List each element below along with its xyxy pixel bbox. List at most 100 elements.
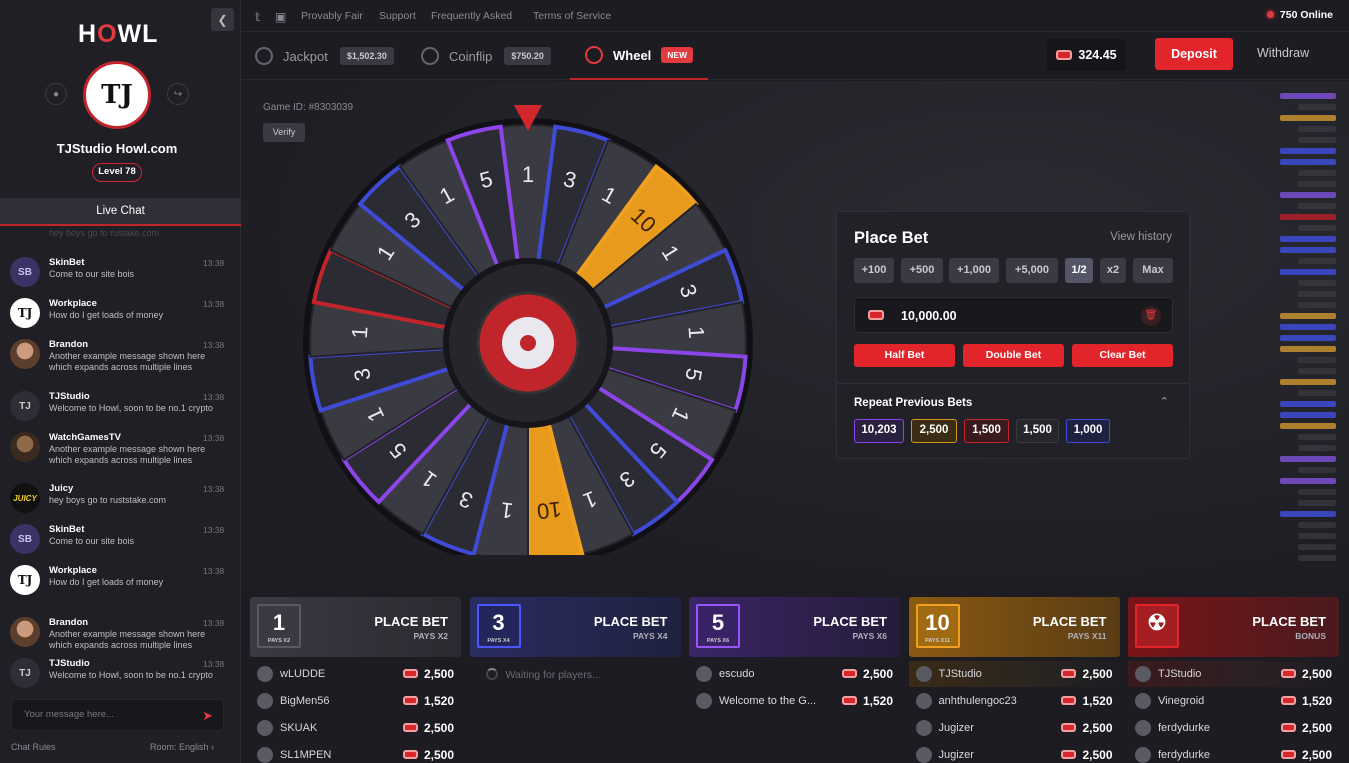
history-bar xyxy=(1298,368,1336,374)
link-support[interactable]: Support xyxy=(379,10,416,22)
double-bet-button[interactable]: Double Bet xyxy=(963,344,1064,367)
tab-wheel[interactable]: Wheel NEW xyxy=(570,32,709,80)
link-provably-fair[interactable]: Provably Fair xyxy=(301,10,363,22)
chat-username[interactable]: TJStudio xyxy=(49,658,90,669)
player-name[interactable]: wLUDDE xyxy=(280,668,325,680)
chat-avatar[interactable]: SB xyxy=(10,257,40,287)
bet-column: 1 PAYS X2 PLACE BET PAYS X2 wLUDDE 2,500 BigMe… xyxy=(250,597,461,763)
chip-icon xyxy=(1056,50,1073,60)
player-avatar[interactable] xyxy=(257,693,273,709)
chevron-up-icon[interactable]: ⌃ xyxy=(1160,395,1169,408)
chat-rules-link[interactable]: Chat Rules xyxy=(11,742,56,752)
player-avatar[interactable] xyxy=(696,693,712,709)
player-avatar[interactable] xyxy=(1135,693,1151,709)
quick-bet-half[interactable]: 1/2 xyxy=(1065,258,1093,283)
chat-avatar[interactable] xyxy=(10,617,40,647)
chat-username[interactable]: Juicy xyxy=(49,483,73,494)
quick-bet-1000[interactable]: +1,000 xyxy=(949,258,999,283)
chat-avatar[interactable]: TJ xyxy=(10,658,40,688)
chat-username[interactable]: Workplace xyxy=(49,298,97,309)
player-avatar[interactable] xyxy=(1135,720,1151,736)
clear-bet-button[interactable]: Clear Bet xyxy=(1072,344,1173,367)
bet-amount-field[interactable]: 10,000.00 🗑 xyxy=(854,297,1173,333)
place-bet-header[interactable]: 10 PAYS X11 PLACE BET PAYS X11 xyxy=(908,597,1120,657)
player-name[interactable]: BigMen56 xyxy=(280,695,330,707)
player-name[interactable]: escudo xyxy=(719,668,754,680)
player-name[interactable]: Welcome to the G... xyxy=(719,695,816,707)
player-name[interactable]: TJStudio xyxy=(939,668,982,680)
profile-icon[interactable]: ● xyxy=(45,83,67,105)
logout-icon[interactable]: ↪ xyxy=(167,83,189,105)
previous-bet-gray[interactable]: 1,500 xyxy=(1016,419,1059,443)
chat-username[interactable]: WatchGamesTV xyxy=(49,432,121,443)
tab-coinflip[interactable]: Coinflip $750.20 xyxy=(421,32,551,80)
player-name[interactable]: SKUAK xyxy=(280,722,317,734)
player-name[interactable]: Jugizer xyxy=(939,722,974,734)
quick-bet-500[interactable]: +500 xyxy=(901,258,943,283)
send-icon[interactable]: ➤ xyxy=(202,708,213,724)
player-avatar[interactable] xyxy=(1135,666,1151,682)
player-avatar[interactable] xyxy=(915,693,932,709)
avatar[interactable]: TJ xyxy=(83,61,151,129)
player-name[interactable]: Vinegroid xyxy=(1158,695,1204,707)
chat-avatar[interactable]: TJ xyxy=(10,391,40,421)
room-selector[interactable]: Room: English › xyxy=(150,742,214,752)
chat-username[interactable]: SkinBet xyxy=(49,524,84,535)
place-bet-header[interactable]: 5 PAYS X6 PLACE BET PAYS X6 xyxy=(689,597,900,657)
chat-avatar[interactable]: TJ xyxy=(10,565,40,595)
player-avatar[interactable] xyxy=(915,666,932,682)
player-avatar[interactable] xyxy=(257,666,273,682)
previous-bet-purple[interactable]: 10,203 xyxy=(854,419,904,443)
chat-avatar[interactable] xyxy=(10,339,40,369)
previous-bet-red[interactable]: 1,500 xyxy=(964,419,1009,443)
quick-bet-max[interactable]: Max xyxy=(1133,258,1173,283)
player-avatar[interactable] xyxy=(257,747,273,763)
verify-button[interactable]: Verify xyxy=(263,123,305,142)
tab-jackpot[interactable]: Jackpot $1,502.30 xyxy=(255,32,394,80)
player-name[interactable]: Jugizer xyxy=(939,749,974,761)
player-avatar[interactable] xyxy=(257,720,273,736)
player-avatar[interactable] xyxy=(696,666,712,682)
player-name[interactable]: ferdydurke xyxy=(1158,722,1210,734)
place-bet-header[interactable]: 3 PAYS X4 PLACE BET PAYS X4 xyxy=(469,597,681,657)
tile-subtitle: PAYS X2 xyxy=(267,638,291,644)
brand-logo[interactable]: HOWL xyxy=(78,20,158,49)
chat-username[interactable]: TJStudio xyxy=(49,391,90,402)
chat-username[interactable]: Workplace xyxy=(49,565,97,576)
quick-bet-5000[interactable]: +5,000 xyxy=(1006,258,1058,283)
link-terms[interactable]: Terms of Service xyxy=(533,10,611,22)
chat-avatar[interactable] xyxy=(10,432,40,462)
deposit-button[interactable]: Deposit xyxy=(1155,38,1233,70)
place-bet-header[interactable]: 1 PAYS X2 PLACE BET PAYS X2 xyxy=(250,597,461,657)
link-faq[interactable]: Frequently Asked xyxy=(431,10,512,22)
tab-live-chat[interactable]: Live Chat xyxy=(0,198,241,226)
chat-avatar[interactable]: SB xyxy=(10,524,40,554)
quick-bet-double[interactable]: x2 xyxy=(1100,258,1126,283)
trash-icon[interactable]: 🗑 xyxy=(1141,306,1161,326)
quick-bet-100[interactable]: +100 xyxy=(854,258,894,283)
player-name[interactable]: ferdydurke xyxy=(1158,749,1210,761)
chat-message-input[interactable] xyxy=(24,709,194,720)
player-avatar[interactable] xyxy=(915,747,932,763)
withdraw-button[interactable]: Withdraw xyxy=(1257,46,1309,60)
chat-avatar[interactable]: JUICY xyxy=(10,483,40,513)
chat-username[interactable]: SkinBet xyxy=(49,257,84,268)
bet-amount-value: 2,500 xyxy=(1082,748,1113,762)
waiting-text: Waiting for players... xyxy=(505,669,601,681)
half-bet-button[interactable]: Half Bet xyxy=(854,344,955,367)
chat-avatar[interactable]: TJ xyxy=(10,298,40,328)
player-name[interactable]: anhthulengoc23 xyxy=(939,695,1017,707)
chat-username[interactable]: Brandon xyxy=(49,617,88,628)
previous-bet-gold[interactable]: 2,500 xyxy=(911,419,957,443)
previous-bet-blue[interactable]: 1,000 xyxy=(1066,419,1110,443)
player-name[interactable]: SL1MPEN xyxy=(280,749,331,761)
place-bet-header[interactable]: ☢ PLACE BET BONUS xyxy=(1128,597,1339,657)
player-name[interactable]: TJStudio xyxy=(1158,668,1201,680)
collapse-sidebar-button[interactable]: ❮ xyxy=(211,8,234,31)
view-history-link[interactable]: View history xyxy=(1110,231,1172,243)
chat-username[interactable]: Brandon xyxy=(49,339,88,350)
player-avatar[interactable] xyxy=(915,720,932,736)
twitter-icon[interactable]: 𝕥 xyxy=(255,10,261,24)
discord-icon[interactable]: ▣ xyxy=(275,10,286,24)
player-avatar[interactable] xyxy=(1135,747,1151,763)
